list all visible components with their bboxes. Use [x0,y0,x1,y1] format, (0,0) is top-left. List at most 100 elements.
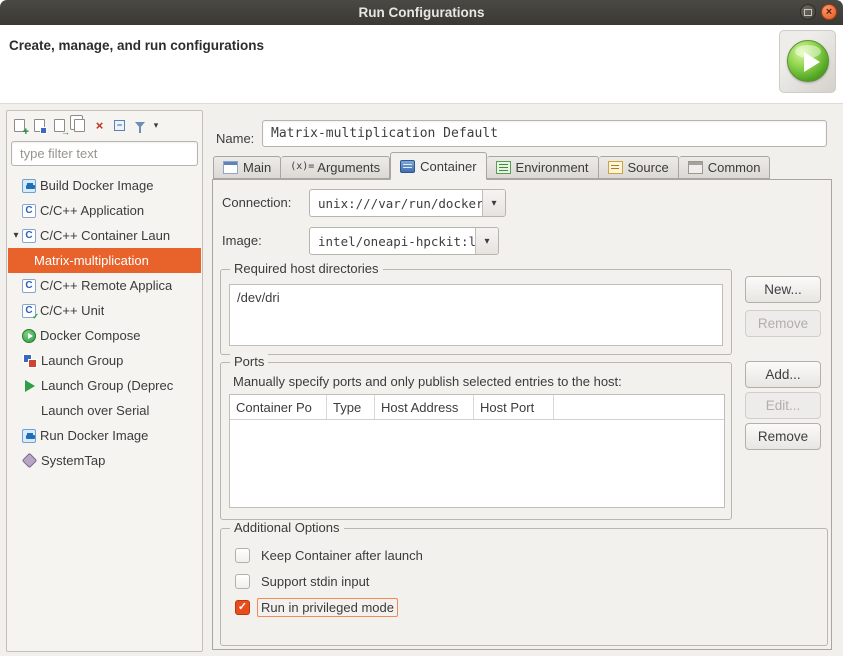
tabbar: Main (x)= Arguments Container Environmen… [213,151,770,179]
host-directories-group: Required host directories /dev/dri [220,269,732,355]
docker-build-icon [22,179,36,193]
remove-host-dir-button[interactable]: Remove [745,310,821,337]
ports-table-body[interactable] [230,420,724,508]
ports-group: Ports Manually specify ports and only pu… [220,362,732,520]
docker-compose-icon [22,329,36,343]
tab-environment[interactable]: Environment [487,156,599,179]
expander-icon[interactable]: ▾ [10,230,22,241]
tree-item-c-unit[interactable]: C/C++ Unit [8,298,201,323]
tree-item-matrix-multiplication[interactable]: Matrix-multiplication [8,248,201,273]
sidebar: × − ▾ Build Docker Image C/C++ Applicati… [6,110,203,652]
window-title: Run Configurations [0,0,843,25]
new-prototype-button[interactable] [30,115,49,135]
image-dropdown-icon: ▾ [475,228,498,254]
image-label: Image: [222,227,262,255]
systemtap-icon [22,453,37,468]
dialog-body: × − ▾ Build Docker Image C/C++ Applicati… [0,104,843,656]
environment-tab-icon [496,161,511,174]
collapse-all-button[interactable]: − [110,115,129,135]
sidebar-toolbar: × − ▾ [10,113,162,137]
dialog-header: Create, manage, and run configurations [0,25,843,104]
tree-item-launch-group[interactable]: Launch Group [8,348,201,373]
duplicate-icon [74,119,85,132]
edit-port-button[interactable]: Edit... [745,392,821,419]
connection-dropdown-icon: ▾ [482,190,505,216]
export-launch-configurations-button[interactable] [50,115,69,135]
source-tab-icon [608,161,623,174]
tree-item-docker-compose[interactable]: Docker Compose [8,323,201,348]
titlebar[interactable]: Run Configurations × [0,0,843,25]
tree-item-c-remote-application[interactable]: C/C++ Remote Applica [8,273,201,298]
connection-label: Connection: [222,189,291,217]
keep-container-label[interactable]: Keep Container after launch [257,546,427,565]
keep-container-row: ✓ Keep Container after launch [235,545,427,565]
additional-options-group: Additional Options ✓ Keep Container afte… [220,528,828,646]
add-port-button[interactable]: Add... [745,361,821,388]
connection-value: unix:///var/run/docker [310,190,482,216]
privileged-mode-label[interactable]: Run in privileged mode [257,598,398,617]
common-tab-icon [688,161,703,174]
c-application-icon [22,204,36,218]
privileged-mode-row: ✓ Run in privileged mode [235,597,398,617]
tab-source[interactable]: Source [599,156,679,179]
column-header-host-address[interactable]: Host Address [375,395,474,419]
tab-common[interactable]: Common [679,156,771,179]
column-header-host-port[interactable]: Host Port [474,395,554,419]
export-icon [54,119,65,132]
close-button[interactable]: × [821,4,837,20]
host-directories-list[interactable]: /dev/dri [229,284,723,346]
support-stdin-checkbox[interactable]: ✓ [235,574,250,589]
duplicate-button[interactable] [70,115,89,135]
column-header-type[interactable]: Type [327,395,375,419]
new-launch-configuration-button[interactable] [10,115,29,135]
tab-arguments[interactable]: (x)= Arguments [281,156,390,179]
image-combo[interactable]: intel/oneapi-hpckit:l ▾ [309,227,499,255]
tab-main[interactable]: Main [213,156,281,179]
name-label: Name: [216,126,254,151]
connection-combo[interactable]: unix:///var/run/docker ▾ [309,189,506,217]
tree-item-build-docker-image[interactable]: Build Docker Image [8,173,201,198]
container-tab-icon [400,160,415,173]
tree-item-systemtap[interactable]: SystemTap [8,448,201,473]
remove-port-button[interactable]: Remove [745,423,821,450]
launch-config-tree: Build Docker Image C/C++ Application ▾ C… [8,173,201,473]
delete-icon: × [96,118,104,133]
name-input[interactable] [262,120,827,147]
ports-legend: Ports [230,354,268,369]
new-launch-configuration-icon [14,119,25,132]
c-unit-icon [22,304,36,318]
main-tab-icon [223,161,238,174]
new-host-dir-button[interactable]: New... [745,276,821,303]
dialog-subtitle: Create, manage, and run configurations [9,38,264,53]
run-button[interactable] [779,30,836,93]
tree-item-run-docker-image[interactable]: Run Docker Image [8,423,201,448]
ports-table-header: Container Po Type Host Address Host Port [230,395,724,420]
c-container-launcher-icon [22,229,36,243]
arguments-tab-icon: (x)= [290,161,314,174]
tab-container[interactable]: Container [390,152,486,180]
c-remote-application-icon [22,279,36,293]
host-dir-item[interactable]: /dev/dri [230,285,722,310]
privileged-mode-checkbox[interactable]: ✓ [235,600,250,615]
collapse-all-icon: − [114,120,125,131]
filter-input[interactable] [11,141,198,166]
column-header-container-port[interactable]: Container Po [230,395,327,419]
host-directories-legend: Required host directories [230,261,383,276]
delete-button[interactable]: × [90,115,109,135]
launch-group-icon [22,353,37,368]
filter-icon [135,122,145,128]
run-icon [787,40,829,82]
ports-table: Container Po Type Host Address Host Port [229,394,725,508]
tree-item-launch-over-serial[interactable]: Launch over Serial [8,398,201,423]
support-stdin-label[interactable]: Support stdin input [257,572,373,591]
ports-description: Manually specify ports and only publish … [233,374,622,389]
filter-dropdown-button[interactable]: ▾ [150,115,162,135]
additional-options-legend: Additional Options [230,520,344,535]
unmaximize-button[interactable] [800,4,816,20]
tree-item-launch-group-deprecated[interactable]: Launch Group (Deprec [8,373,201,398]
tree-item-c-application[interactable]: C/C++ Application [8,198,201,223]
keep-container-checkbox[interactable]: ✓ [235,548,250,563]
filter-button[interactable] [130,115,149,135]
tree-item-c-container-launcher[interactable]: ▾ C/C++ Container Laun [8,223,201,248]
launch-group-deprecated-icon [22,378,37,393]
